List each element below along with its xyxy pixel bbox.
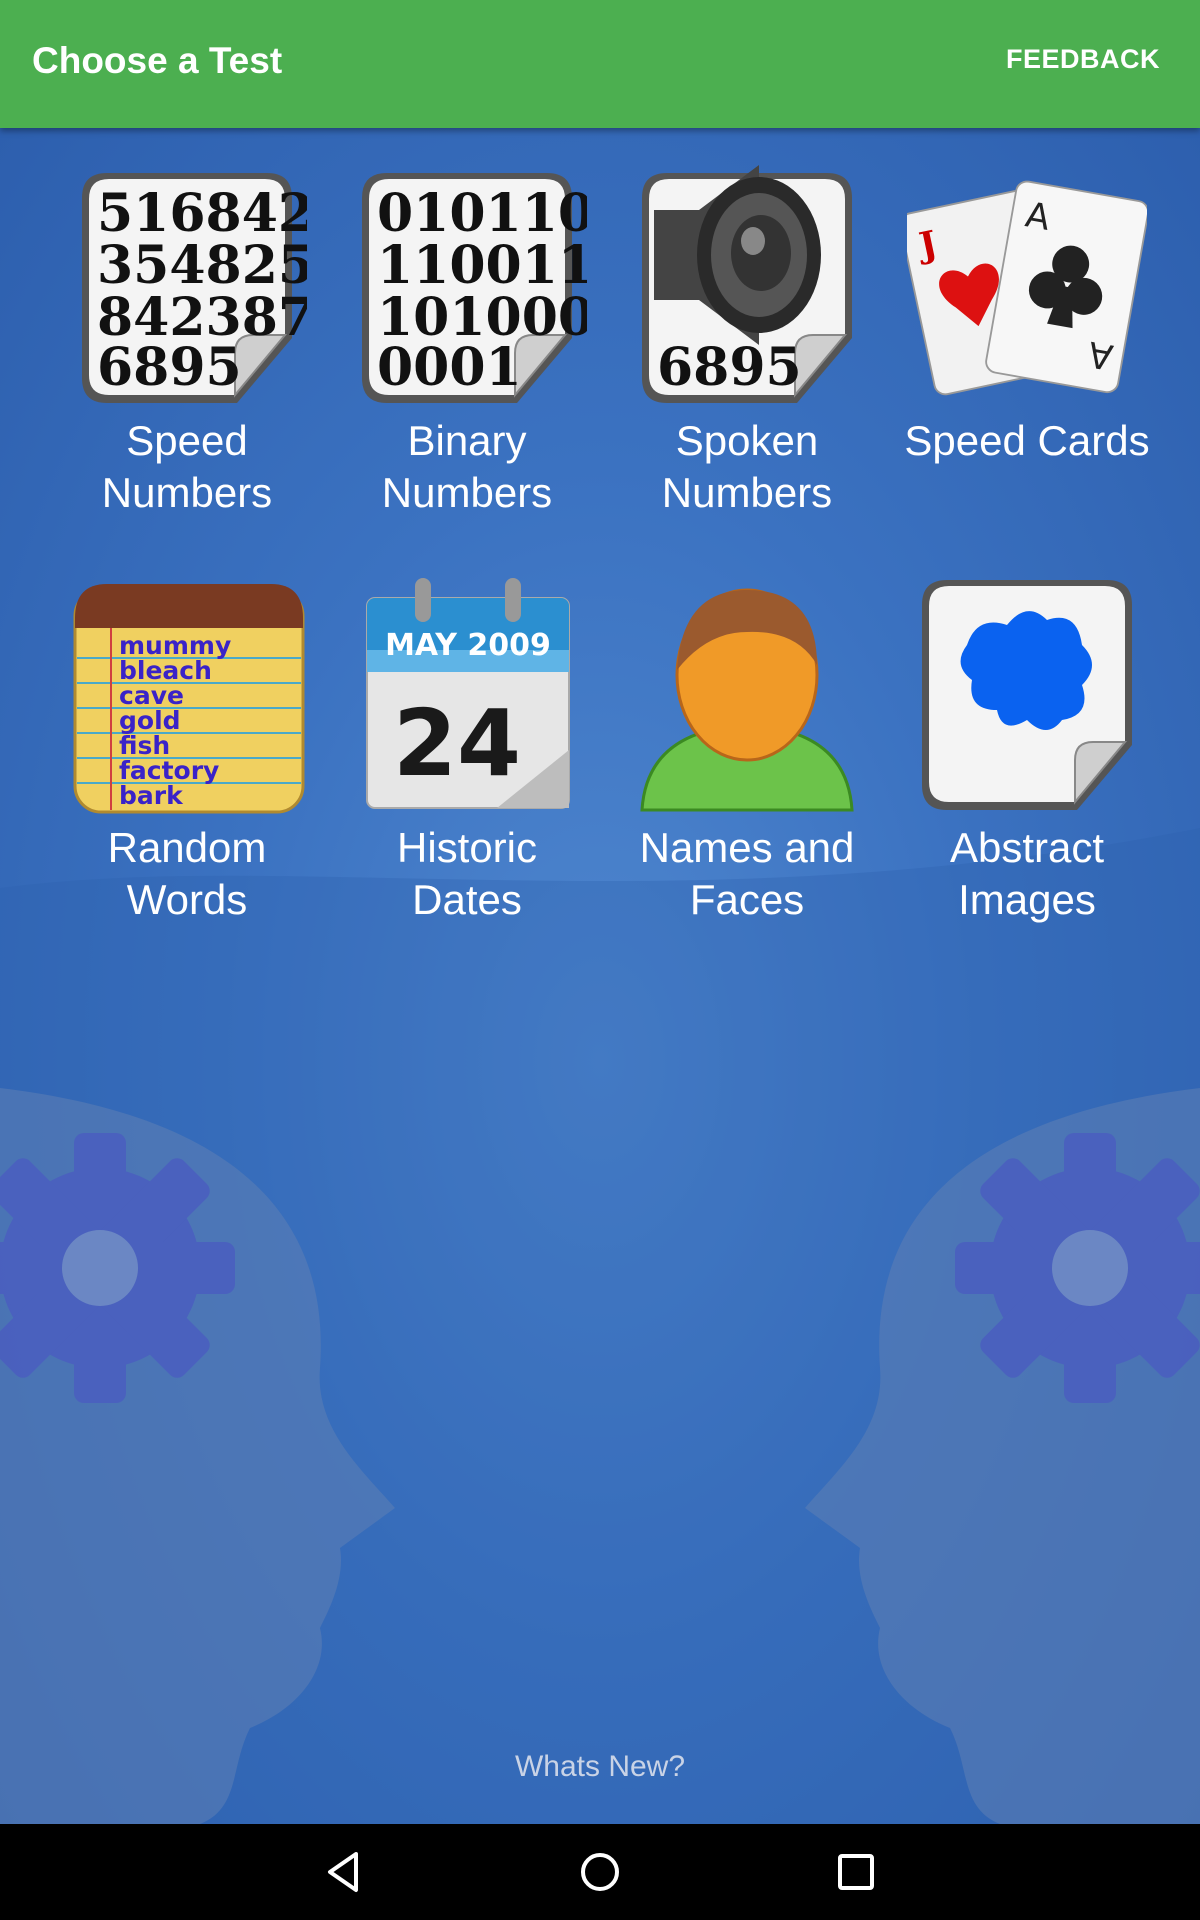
icon-digits-line: 0001 — [377, 337, 522, 398]
test-tile-binary-numbers[interactable]: 010110 110011 101000 0001 Binary Numbers — [327, 163, 607, 519]
page-title: Choose a Test — [32, 40, 283, 81]
test-label: Abstract Images — [949, 824, 1105, 923]
test-label: Speed Cards — [904, 417, 1150, 464]
back-icon[interactable] — [316, 1844, 372, 1900]
test-tile-speed-cards[interactable]: J A A Speed Cards — [887, 163, 1167, 467]
app-bar: Choose a Test FEEDBACK — [0, 0, 1200, 128]
icon-digits-line: 6895 — [657, 337, 802, 398]
speaker-icon: 6895 — [642, 165, 852, 403]
test-tile-historic-dates[interactable]: MAY 2009 24 Historic Dates — [327, 570, 607, 926]
calendar-day: 24 — [393, 690, 521, 797]
test-label: Random Words — [107, 824, 267, 923]
test-label: Names and Faces — [639, 824, 855, 923]
whats-new-link[interactable]: Whats New? — [0, 1750, 1200, 1784]
abstract-blot-icon — [922, 580, 1132, 810]
test-label: Historic Dates — [396, 824, 537, 923]
icon-digits-line: 6895 — [97, 337, 242, 398]
binary-numbers-icon: 010110 110011 101000 0001 — [362, 173, 587, 403]
calendar-month: MAY 2009 — [385, 628, 551, 663]
playing-cards-icon: J A A — [907, 180, 1147, 396]
test-tile-random-words[interactable]: mummy bleach cave gold fish factory bark… — [47, 570, 327, 926]
person-icon — [640, 588, 854, 812]
test-tile-speed-numbers[interactable]: 516842 354825 842387 6895 Speed Numbers — [47, 163, 327, 519]
test-grid-area: 516842 354825 842387 6895 Speed Numbers … — [0, 128, 1200, 1824]
speed-numbers-icon: 516842 354825 842387 6895 — [82, 173, 307, 403]
test-label: Spoken Numbers — [661, 417, 833, 516]
calendar-icon: MAY 2009 24 — [366, 578, 570, 809]
test-label: Speed Numbers — [101, 417, 273, 516]
test-label: Binary Numbers — [381, 417, 553, 516]
recents-icon[interactable] — [828, 1844, 884, 1900]
word-item: bark — [119, 781, 184, 810]
test-tile-spoken-numbers[interactable]: 6895 Spoken Numbers — [607, 163, 887, 519]
home-icon[interactable] — [572, 1844, 628, 1900]
test-tile-names-and-faces[interactable]: Names and Faces — [607, 570, 887, 926]
feedback-button[interactable]: FEEDBACK — [1006, 44, 1160, 75]
test-tile-abstract-images[interactable]: Abstract Images — [887, 570, 1167, 926]
system-nav-bar — [0, 1824, 1200, 1920]
word-list-icon: mummy bleach cave gold fish factory bark — [73, 584, 305, 814]
